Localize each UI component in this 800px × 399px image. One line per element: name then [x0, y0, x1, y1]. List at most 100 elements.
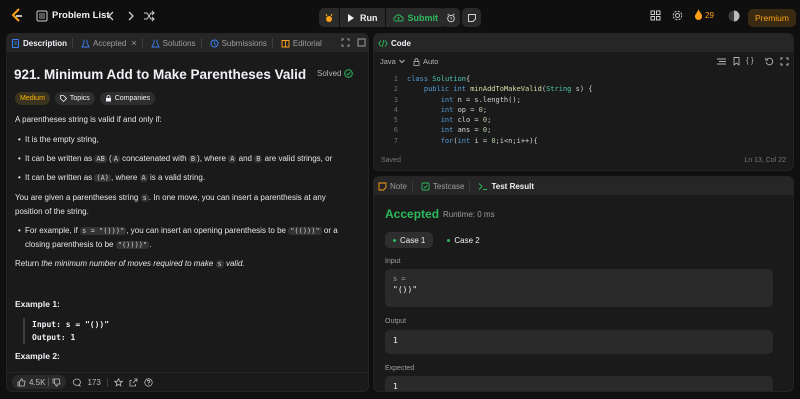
thumbs-down-icon[interactable]	[52, 378, 61, 387]
book-icon	[281, 39, 290, 47]
line-number: 7	[393, 136, 398, 145]
check-circle-icon	[344, 69, 354, 78]
comments-count[interactable]: 173	[87, 378, 100, 387]
list-item: It can be written as (A), where A is a v…	[18, 171, 355, 185]
text: It can be written as	[25, 173, 95, 182]
problem-tags: Medium Topics Companies	[15, 92, 156, 105]
problem-list-icon[interactable]	[36, 10, 48, 22]
case-tab-2[interactable]: Case 2	[439, 232, 487, 248]
reset-icon[interactable]	[765, 57, 774, 66]
streak-counter[interactable]: 29	[694, 9, 714, 21]
braces-icon[interactable]: { }	[746, 56, 754, 65]
grid-icon[interactable]	[650, 10, 661, 21]
tab-testcase-label: Testcase	[432, 181, 465, 191]
expected-value: 1	[393, 382, 398, 391]
maximize-icon[interactable]	[780, 57, 789, 66]
topics-label: Topics	[69, 95, 90, 102]
inline-code: "())))"	[115, 241, 150, 249]
alarm-button[interactable]	[441, 8, 460, 27]
inline-code: A	[139, 174, 148, 182]
chevron-right-icon[interactable]	[125, 9, 137, 23]
avatar[interactable]	[728, 10, 740, 22]
inline-code: "(()))"	[288, 227, 322, 235]
share-icon[interactable]	[129, 378, 138, 387]
input-box: s = "())"	[385, 269, 773, 307]
submit-button[interactable]: Submit	[385, 8, 445, 27]
comment-icon[interactable]	[72, 378, 82, 387]
list-item: It is the empty string,	[18, 133, 355, 147]
tab-note[interactable]: Note	[374, 177, 417, 195]
shuffle-icon[interactable]	[142, 9, 156, 23]
inline-code: s	[140, 194, 149, 202]
tab-solutions[interactable]: Solutions	[147, 34, 206, 52]
description-tabbar: Description Accepted × Solutions Submiss…	[7, 34, 368, 52]
problem-list-label[interactable]: Problem List	[52, 10, 110, 21]
format-icon[interactable]	[717, 58, 726, 65]
tab-solutions-label: Solutions	[162, 38, 196, 48]
result-panel: Note Testcase Test Result Accepted Runti…	[373, 176, 794, 392]
premium-button[interactable]: Premium	[748, 9, 796, 27]
thumbs-up-icon[interactable]	[17, 377, 26, 387]
tab-code[interactable]: Code	[374, 34, 415, 52]
text: the minimum number of moves required to …	[41, 259, 216, 268]
output-label: Output	[385, 318, 407, 325]
help-icon[interactable]	[144, 377, 153, 387]
leetcode-logo-icon[interactable]	[9, 8, 25, 24]
text: It can be written as	[25, 154, 95, 163]
topics-chip[interactable]: Topics	[54, 92, 95, 105]
submit-label: Submit	[407, 12, 439, 23]
tab-accepted[interactable]: Accepted ×	[77, 34, 147, 52]
run-button[interactable]: Run	[340, 8, 385, 27]
debug-button[interactable]	[319, 8, 339, 27]
output-box: 1	[385, 330, 773, 354]
divider	[106, 377, 108, 387]
inline-code: (A)	[94, 174, 112, 182]
cloud-upload-icon	[392, 14, 404, 22]
chevron-left-icon[interactable]	[105, 9, 117, 23]
text: concatenated with	[119, 154, 189, 163]
case-tab-1[interactable]: Case 1	[385, 232, 434, 248]
text: Return	[15, 259, 42, 268]
note-icon	[467, 13, 476, 22]
maximize-icon[interactable]	[357, 38, 366, 47]
notes-button[interactable]	[462, 8, 481, 27]
streak-count: 29	[705, 10, 714, 20]
autocomplete-toggle[interactable]: Auto	[413, 57, 438, 66]
tab-testcase[interactable]: Testcase	[417, 177, 475, 195]
paragraph: You are given a parentheses string s. In…	[15, 191, 355, 219]
language-value: Java	[380, 57, 396, 66]
pass-dot-icon	[447, 238, 451, 242]
tab-editorial[interactable]: Editorial	[277, 34, 326, 52]
flask-icon	[150, 39, 160, 47]
terminal-icon	[479, 182, 488, 190]
code-toolbar: Java Auto { }	[374, 53, 793, 69]
gear-icon[interactable]	[672, 10, 683, 21]
example1-box: Input: s = "())" Output: 1	[23, 318, 109, 344]
code-editor[interactable]: 1 2 3 4 5 6 7 class Solution{ public int…	[374, 74, 793, 170]
close-icon[interactable]: ×	[131, 38, 136, 48]
language-select[interactable]: Java	[380, 57, 405, 66]
text: and	[236, 154, 255, 163]
line-number: 3	[393, 95, 398, 104]
expand-icon[interactable]	[341, 38, 350, 47]
star-icon[interactable]	[113, 377, 123, 387]
result-tabbar: Note Testcase Test Result	[374, 177, 793, 195]
bookmark-icon[interactable]	[733, 57, 740, 66]
tab-accepted-label: Accepted	[93, 38, 127, 48]
code-line: int ans = 0;	[440, 126, 492, 135]
tab-divider	[141, 38, 143, 48]
problem-title[interactable]: 921. Minimum Add to Make Parentheses Val…	[14, 67, 306, 82]
code-lines: class Solution{ public int minAddToMakeV…	[407, 74, 592, 146]
checkbox-icon	[421, 182, 430, 190]
expected-label: Expected	[385, 365, 415, 372]
code-title: Code	[391, 38, 411, 48]
companies-chip[interactable]: Companies	[99, 92, 156, 105]
inline-code: s = "()))"	[80, 227, 127, 235]
tab-submissions[interactable]: Submissions	[206, 34, 277, 52]
tab-test-result[interactable]: Test Result	[474, 177, 538, 195]
list-item: It can be written as AB (A concatenated …	[18, 152, 355, 166]
tab-description[interactable]: Description	[7, 34, 77, 52]
line-number: 6	[393, 126, 398, 135]
tab-test-result-label: Test Result	[491, 181, 535, 191]
tab-divider	[271, 38, 273, 48]
